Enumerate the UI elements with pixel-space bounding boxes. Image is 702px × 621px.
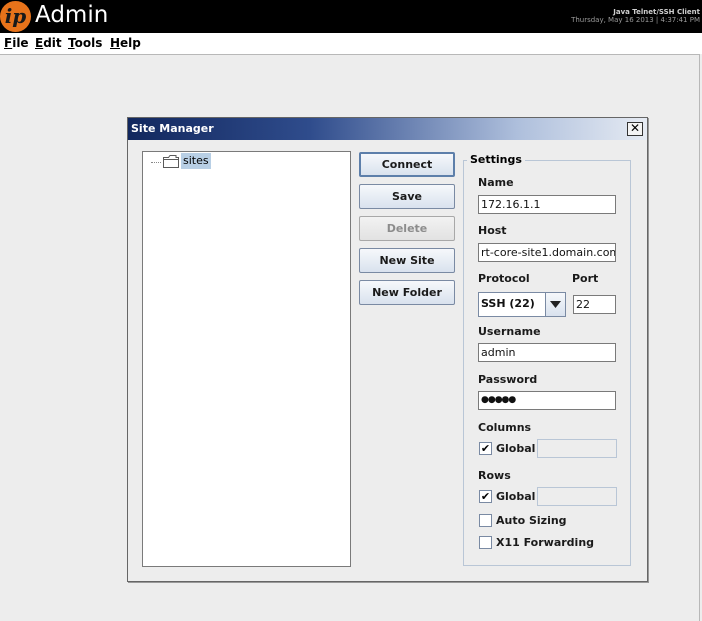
settings-legend: Settings	[467, 153, 525, 166]
folder-icon	[163, 155, 179, 168]
site-tree[interactable]: sites	[142, 151, 351, 567]
auto-sizing-label: Auto Sizing	[496, 514, 567, 527]
port-label: Port	[572, 272, 599, 285]
rows-label: Rows	[478, 469, 511, 482]
rows-field[interactable]	[537, 487, 617, 506]
port-field[interactable]: 22	[573, 295, 616, 314]
menu-help-mnemonic: H	[110, 36, 121, 50]
menu-tools-label: ools	[74, 36, 103, 50]
check-icon: ✔	[480, 442, 491, 455]
dialog-titlebar[interactable]: Site Manager ✕	[128, 118, 647, 140]
host-label: Host	[478, 224, 507, 237]
columns-field[interactable]	[537, 439, 617, 458]
datetime-label: Thursday, May 16 2013 | 4:37:41 PM	[571, 16, 700, 24]
x11-forwarding-checkbox[interactable]	[479, 536, 492, 549]
menu-file[interactable]: File	[4, 36, 29, 50]
tree-node-sites[interactable]: sites	[181, 153, 211, 169]
name-field[interactable]: 172.16.1.1	[478, 195, 616, 214]
new-folder-button[interactable]: New Folder	[359, 280, 455, 305]
rows-global-checkbox[interactable]: ✔	[479, 490, 492, 503]
menu-edit[interactable]: Edit	[35, 36, 62, 50]
close-icon: ✕	[629, 121, 641, 135]
menu-file-label: ile	[12, 36, 29, 50]
protocol-dropdown-button[interactable]	[545, 293, 565, 316]
menu-file-mnemonic: F	[4, 36, 13, 50]
host-field[interactable]: rt-core-site1.domain.com	[478, 243, 616, 262]
save-button[interactable]: Save	[359, 184, 455, 209]
dialog-title: Site Manager	[131, 122, 214, 135]
menu-edit-mnemonic: E	[35, 36, 44, 50]
password-field[interactable]: ●●●●●	[478, 391, 616, 410]
client-name: Java Telnet/SSH Client	[613, 8, 700, 16]
chevron-down-icon	[550, 301, 561, 308]
protocol-value: SSH (22)	[481, 297, 535, 310]
menu-help[interactable]: Help	[110, 36, 141, 50]
columns-global-label: Global	[496, 442, 536, 455]
app-logo: ip	[0, 1, 31, 32]
x11-forwarding-label: X11 Forwarding	[496, 536, 595, 549]
auto-sizing-checkbox[interactable]	[479, 514, 492, 527]
menu-help-label: elp	[120, 36, 141, 50]
app-header: ip Admin Java Telnet/SSH Client Thursday…	[0, 0, 702, 33]
close-button[interactable]: ✕	[627, 122, 643, 136]
rows-global-label: Global	[496, 490, 536, 503]
columns-label: Columns	[478, 421, 532, 434]
protocol-label: Protocol	[478, 272, 530, 285]
columns-global-checkbox[interactable]: ✔	[479, 442, 492, 455]
check-icon: ✔	[480, 490, 491, 503]
tree-connector	[151, 162, 161, 163]
menu-tools-mnemonic: T	[68, 36, 75, 50]
username-label: Username	[478, 325, 541, 338]
name-label: Name	[478, 176, 514, 189]
protocol-select[interactable]: SSH (22)	[478, 292, 566, 317]
connect-button[interactable]: Connect	[359, 152, 455, 177]
site-manager-dialog: Site Manager ✕ sites Connect Save Delete…	[127, 117, 648, 582]
menu-edit-label: dit	[43, 36, 62, 50]
menu-bar: File Edit Tools Help	[0, 33, 702, 54]
menu-tools[interactable]: Tools	[68, 36, 102, 50]
new-site-button[interactable]: New Site	[359, 248, 455, 273]
delete-button[interactable]: Delete	[359, 216, 455, 241]
username-field[interactable]: admin	[478, 343, 616, 362]
password-label: Password	[478, 373, 538, 386]
app-name: Admin	[35, 2, 109, 28]
settings-group: Settings Name 172.16.1.1 Host rt-core-si…	[463, 153, 631, 566]
